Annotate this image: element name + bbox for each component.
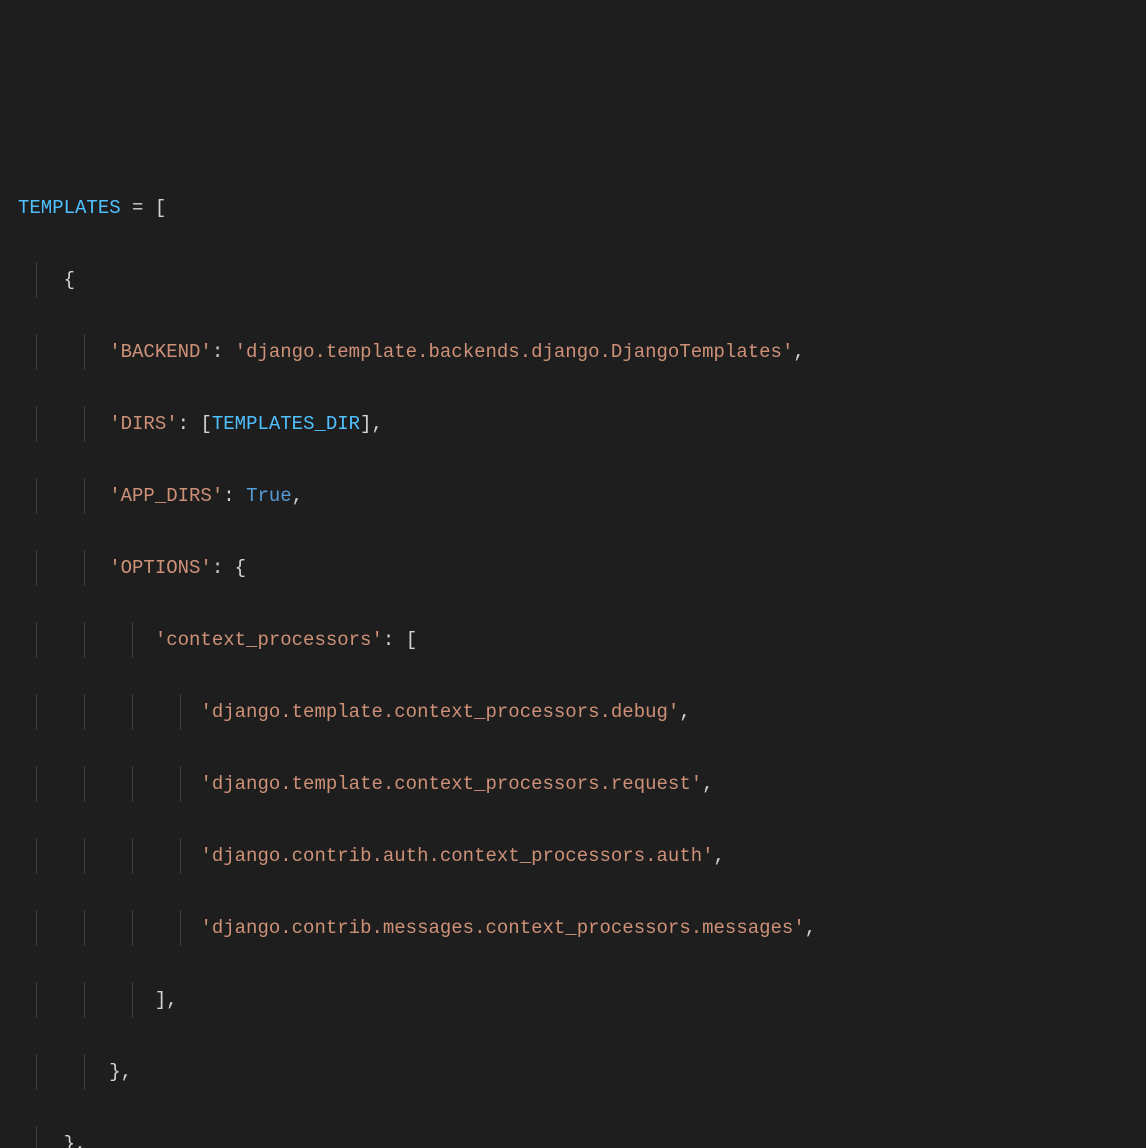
token-string: 'DIRS' (109, 413, 177, 435)
token-string: 'OPTIONS' (109, 557, 212, 579)
token-punct: , (121, 1061, 132, 1083)
token-keyword: True (246, 485, 292, 507)
token-punct: , (702, 773, 713, 795)
code-line[interactable]: 'context_processors': [ (18, 622, 1128, 658)
token-string: 'BACKEND' (109, 341, 212, 363)
token-variable: TEMPLATES_DIR (212, 413, 360, 435)
code-line[interactable]: 'BACKEND': 'django.template.backends.dja… (18, 334, 1128, 370)
token-punct: , (75, 1133, 86, 1148)
token-string: 'APP_DIRS' (109, 485, 223, 507)
token-string: 'django.template.context_processors.requ… (200, 773, 702, 795)
token-op: = (121, 197, 155, 219)
code-editor[interactable]: TEMPLATES = [ { 'BACKEND': 'django.templ… (18, 154, 1128, 1148)
token-punct: } (109, 1061, 120, 1083)
code-line[interactable]: { (18, 262, 1128, 298)
token-variable: TEMPLATES (18, 197, 121, 219)
code-line[interactable]: 'django.contrib.auth.context_processors.… (18, 838, 1128, 874)
code-line[interactable]: }, (18, 1126, 1128, 1148)
token-punct: ] (360, 413, 371, 435)
code-line[interactable]: 'DIRS': [TEMPLATES_DIR], (18, 406, 1128, 442)
token-punct: } (64, 1133, 75, 1148)
code-line[interactable]: 'OPTIONS': { (18, 550, 1128, 586)
token-punct: , (805, 917, 816, 939)
code-line[interactable]: }, (18, 1054, 1128, 1090)
token-punct: , (292, 485, 303, 507)
token-punct: [ (406, 629, 417, 651)
token-punct: : (383, 629, 406, 651)
token-punct: : (178, 413, 201, 435)
token-punct: , (679, 701, 690, 723)
token-string: 'django.contrib.messages.context_process… (200, 917, 804, 939)
token-punct: , (166, 989, 177, 1011)
token-punct: { (64, 269, 75, 291)
code-line[interactable]: 'django.contrib.messages.context_process… (18, 910, 1128, 946)
code-line[interactable]: 'django.template.context_processors.debu… (18, 694, 1128, 730)
token-string: 'django.template.context_processors.debu… (200, 701, 679, 723)
code-line[interactable]: 'APP_DIRS': True, (18, 478, 1128, 514)
token-punct: , (714, 845, 725, 867)
token-string: 'django.contrib.auth.context_processors.… (200, 845, 713, 867)
token-punct: : (223, 485, 246, 507)
token-string: 'context_processors' (155, 629, 383, 651)
token-punct: [ (200, 413, 211, 435)
token-punct: ] (155, 989, 166, 1011)
token-string: 'django.template.backends.django.DjangoT… (235, 341, 794, 363)
token-punct: { (235, 557, 246, 579)
token-punct: , (372, 413, 383, 435)
token-punct: : (212, 557, 235, 579)
token-punct: [ (155, 197, 166, 219)
code-line[interactable]: 'django.template.context_processors.requ… (18, 766, 1128, 802)
code-line[interactable]: ], (18, 982, 1128, 1018)
code-line[interactable]: TEMPLATES = [ (18, 190, 1128, 226)
token-punct: , (793, 341, 804, 363)
token-punct: : (212, 341, 235, 363)
